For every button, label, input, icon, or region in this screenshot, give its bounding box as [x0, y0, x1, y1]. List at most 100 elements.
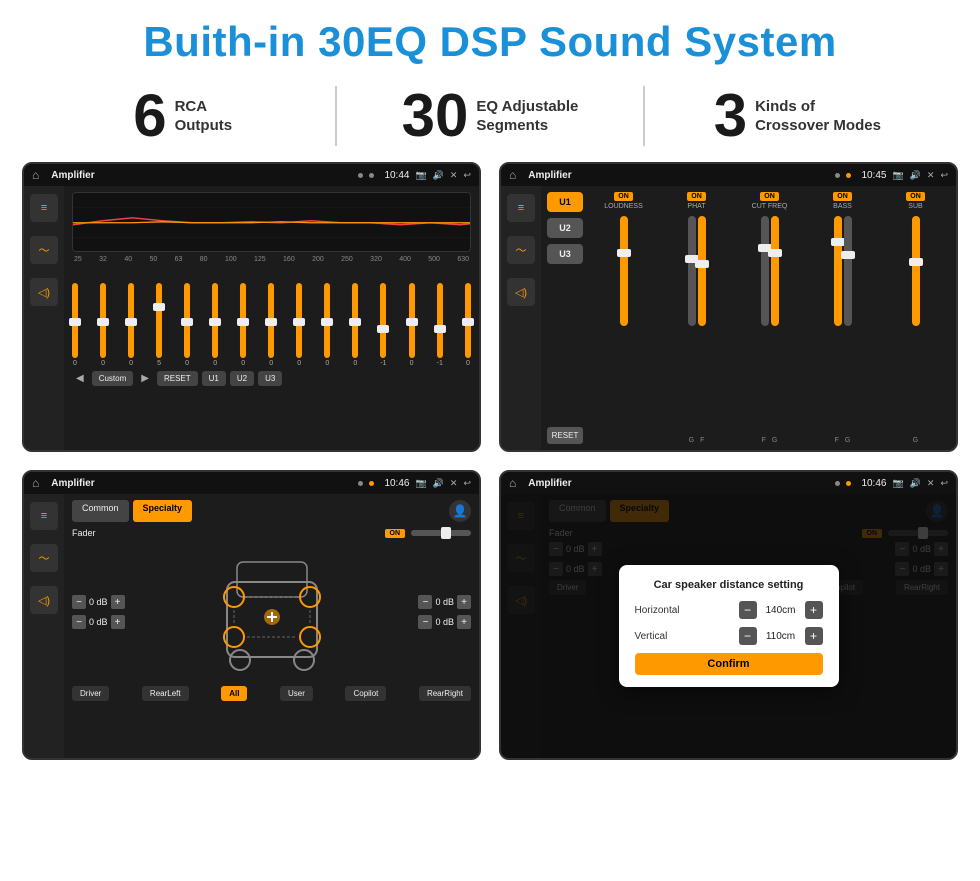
amp-u1-btn[interactable]: U1 — [547, 192, 583, 212]
right-top-plus[interactable]: + — [457, 595, 471, 609]
fader-speaker-btn[interactable]: ◁) — [30, 586, 58, 614]
stat-crossover-label: Kinds of Crossover Modes — [755, 97, 881, 136]
status-dot-2 — [369, 173, 374, 178]
vertical-minus-btn[interactable]: − — [739, 627, 757, 645]
slider-80[interactable]: 0 — [212, 283, 218, 367]
app-label-2: Amplifier — [528, 170, 829, 181]
amp-wave-btn[interactable]: 〜 — [507, 236, 535, 264]
loudness-slider[interactable] — [620, 216, 628, 326]
fader-slider[interactable] — [411, 530, 471, 536]
tab-specialty[interactable]: Specialty — [133, 500, 193, 522]
vertical-plus-btn[interactable]: + — [805, 627, 823, 645]
amp-reset-btn[interactable]: RESET — [547, 427, 583, 444]
stat-crossover-number: 3 — [714, 86, 747, 146]
cutfreq-slider-f[interactable] — [761, 216, 769, 326]
all-btn[interactable]: All — [221, 686, 247, 701]
copilot-btn[interactable]: Copilot — [345, 686, 386, 701]
slider-32[interactable]: 0 — [100, 283, 106, 367]
fader-control-row: Fader ON — [72, 528, 471, 538]
eq-speaker-btn[interactable]: ◁) — [30, 278, 58, 306]
car-diagram-row: − 0 dB + − 0 dB + — [72, 542, 471, 682]
amp-u-col: U1 U2 U3 RESET — [547, 192, 583, 444]
eq-wave-btn[interactable]: 〜 — [30, 236, 58, 264]
eq-u1-btn[interactable]: U1 — [202, 371, 226, 386]
left-top-plus[interactable]: + — [111, 595, 125, 609]
amp-u2-btn[interactable]: U2 — [547, 218, 583, 238]
horizontal-plus-btn[interactable]: + — [805, 601, 823, 619]
right-top-minus[interactable]: − — [418, 595, 432, 609]
confirm-button[interactable]: Confirm — [635, 653, 823, 675]
slider-25[interactable]: 0 — [72, 283, 78, 367]
bass-slider-g[interactable] — [844, 216, 852, 326]
status-time-4: 10:46 — [861, 478, 886, 489]
cutfreq-on[interactable]: ON — [760, 192, 779, 201]
rec-dot-3 — [358, 481, 363, 486]
slider-500[interactable]: -1 — [437, 283, 443, 367]
back-icon-2: ↩ — [940, 170, 948, 181]
eq-main-panel: 25 32 40 50 63 80 100 125 160 200 250 32… — [64, 186, 479, 450]
eq-reset-btn[interactable]: RESET — [157, 371, 198, 386]
left-bot-minus[interactable]: − — [72, 615, 86, 629]
vertical-stepper: − 110cm + — [739, 627, 823, 645]
vertical-label: Vertical — [635, 631, 695, 642]
fader-tabs: Common Specialty 👤 — [72, 500, 471, 522]
slider-250[interactable]: 0 — [352, 283, 358, 367]
eq-next-btn[interactable]: ▶ — [137, 371, 153, 386]
phat-on[interactable]: ON — [687, 192, 706, 201]
loudness-on[interactable]: ON — [614, 192, 633, 201]
close-icon: ✕ — [450, 170, 458, 181]
slider-63[interactable]: 0 — [184, 283, 190, 367]
rearright-btn[interactable]: RearRight — [419, 686, 471, 701]
stat-rca: 6 RCA Outputs — [40, 86, 325, 146]
home-icon: ⌂ — [32, 168, 39, 182]
fader-on-badge[interactable]: ON — [385, 529, 406, 538]
back-icon-4: ↩ — [940, 478, 948, 489]
left-bot-plus[interactable]: + — [111, 615, 125, 629]
slider-125[interactable]: 0 — [268, 283, 274, 367]
fader-wave-btn[interactable]: 〜 — [30, 544, 58, 572]
driver-btn[interactable]: Driver — [72, 686, 109, 701]
eq-side-panel: ≡ 〜 ◁) — [24, 186, 64, 450]
rearleft-btn[interactable]: RearLeft — [142, 686, 189, 701]
amp-u3-btn[interactable]: U3 — [547, 244, 583, 264]
eq-u2-btn[interactable]: U2 — [230, 371, 254, 386]
slider-200[interactable]: 0 — [324, 283, 330, 367]
slider-320[interactable]: -1 — [380, 283, 386, 367]
cutfreq-slider-g[interactable] — [771, 216, 779, 326]
slider-40[interactable]: 0 — [128, 283, 134, 367]
slider-160[interactable]: 0 — [296, 283, 302, 367]
user-btn[interactable]: User — [280, 686, 313, 701]
bass-on[interactable]: ON — [833, 192, 852, 201]
amp-bass: ON BASS FG — [808, 192, 877, 444]
phat-slider-f[interactable] — [698, 216, 706, 326]
horizontal-minus-btn[interactable]: − — [739, 601, 757, 619]
slider-630[interactable]: 0 — [465, 283, 471, 367]
eq-tune-btn[interactable]: ≡ — [30, 194, 58, 222]
eq-prev-btn[interactable]: ◀ — [72, 371, 88, 386]
amp-speaker-btn[interactable]: ◁) — [507, 278, 535, 306]
slider-100[interactable]: 0 — [240, 283, 246, 367]
camera-icon-4: 📷 — [892, 478, 903, 489]
stat-rca-number: 6 — [133, 86, 166, 146]
close-icon-2: ✕ — [927, 170, 935, 181]
slider-50[interactable]: 5 — [156, 283, 162, 367]
tab-common[interactable]: Common — [72, 500, 129, 522]
amp-tune-btn[interactable]: ≡ — [507, 194, 535, 222]
eq-u3-btn[interactable]: U3 — [258, 371, 282, 386]
fader-side-panel: ≡ 〜 ◁) — [24, 494, 64, 758]
sub-slider[interactable] — [912, 216, 920, 326]
slider-400[interactable]: 0 — [409, 283, 415, 367]
car-diagram-svg — [212, 542, 332, 682]
fader-screen-content: ≡ 〜 ◁) Common Specialty 👤 Fader O — [24, 494, 479, 758]
right-bot-plus[interactable]: + — [457, 615, 471, 629]
right-bot-minus[interactable]: − — [418, 615, 432, 629]
stat-crossover: 3 Kinds of Crossover Modes — [655, 86, 940, 146]
left-top-minus[interactable]: − — [72, 595, 86, 609]
sub-on[interactable]: ON — [906, 192, 925, 201]
stat-eq-label: EQ Adjustable Segments — [476, 97, 578, 136]
phat-slider-g[interactable] — [688, 216, 696, 326]
car-svg-container — [131, 542, 413, 682]
rec-dot-4 — [369, 481, 374, 486]
fader-tune-btn[interactable]: ≡ — [30, 502, 58, 530]
bass-slider-f[interactable] — [834, 216, 842, 326]
